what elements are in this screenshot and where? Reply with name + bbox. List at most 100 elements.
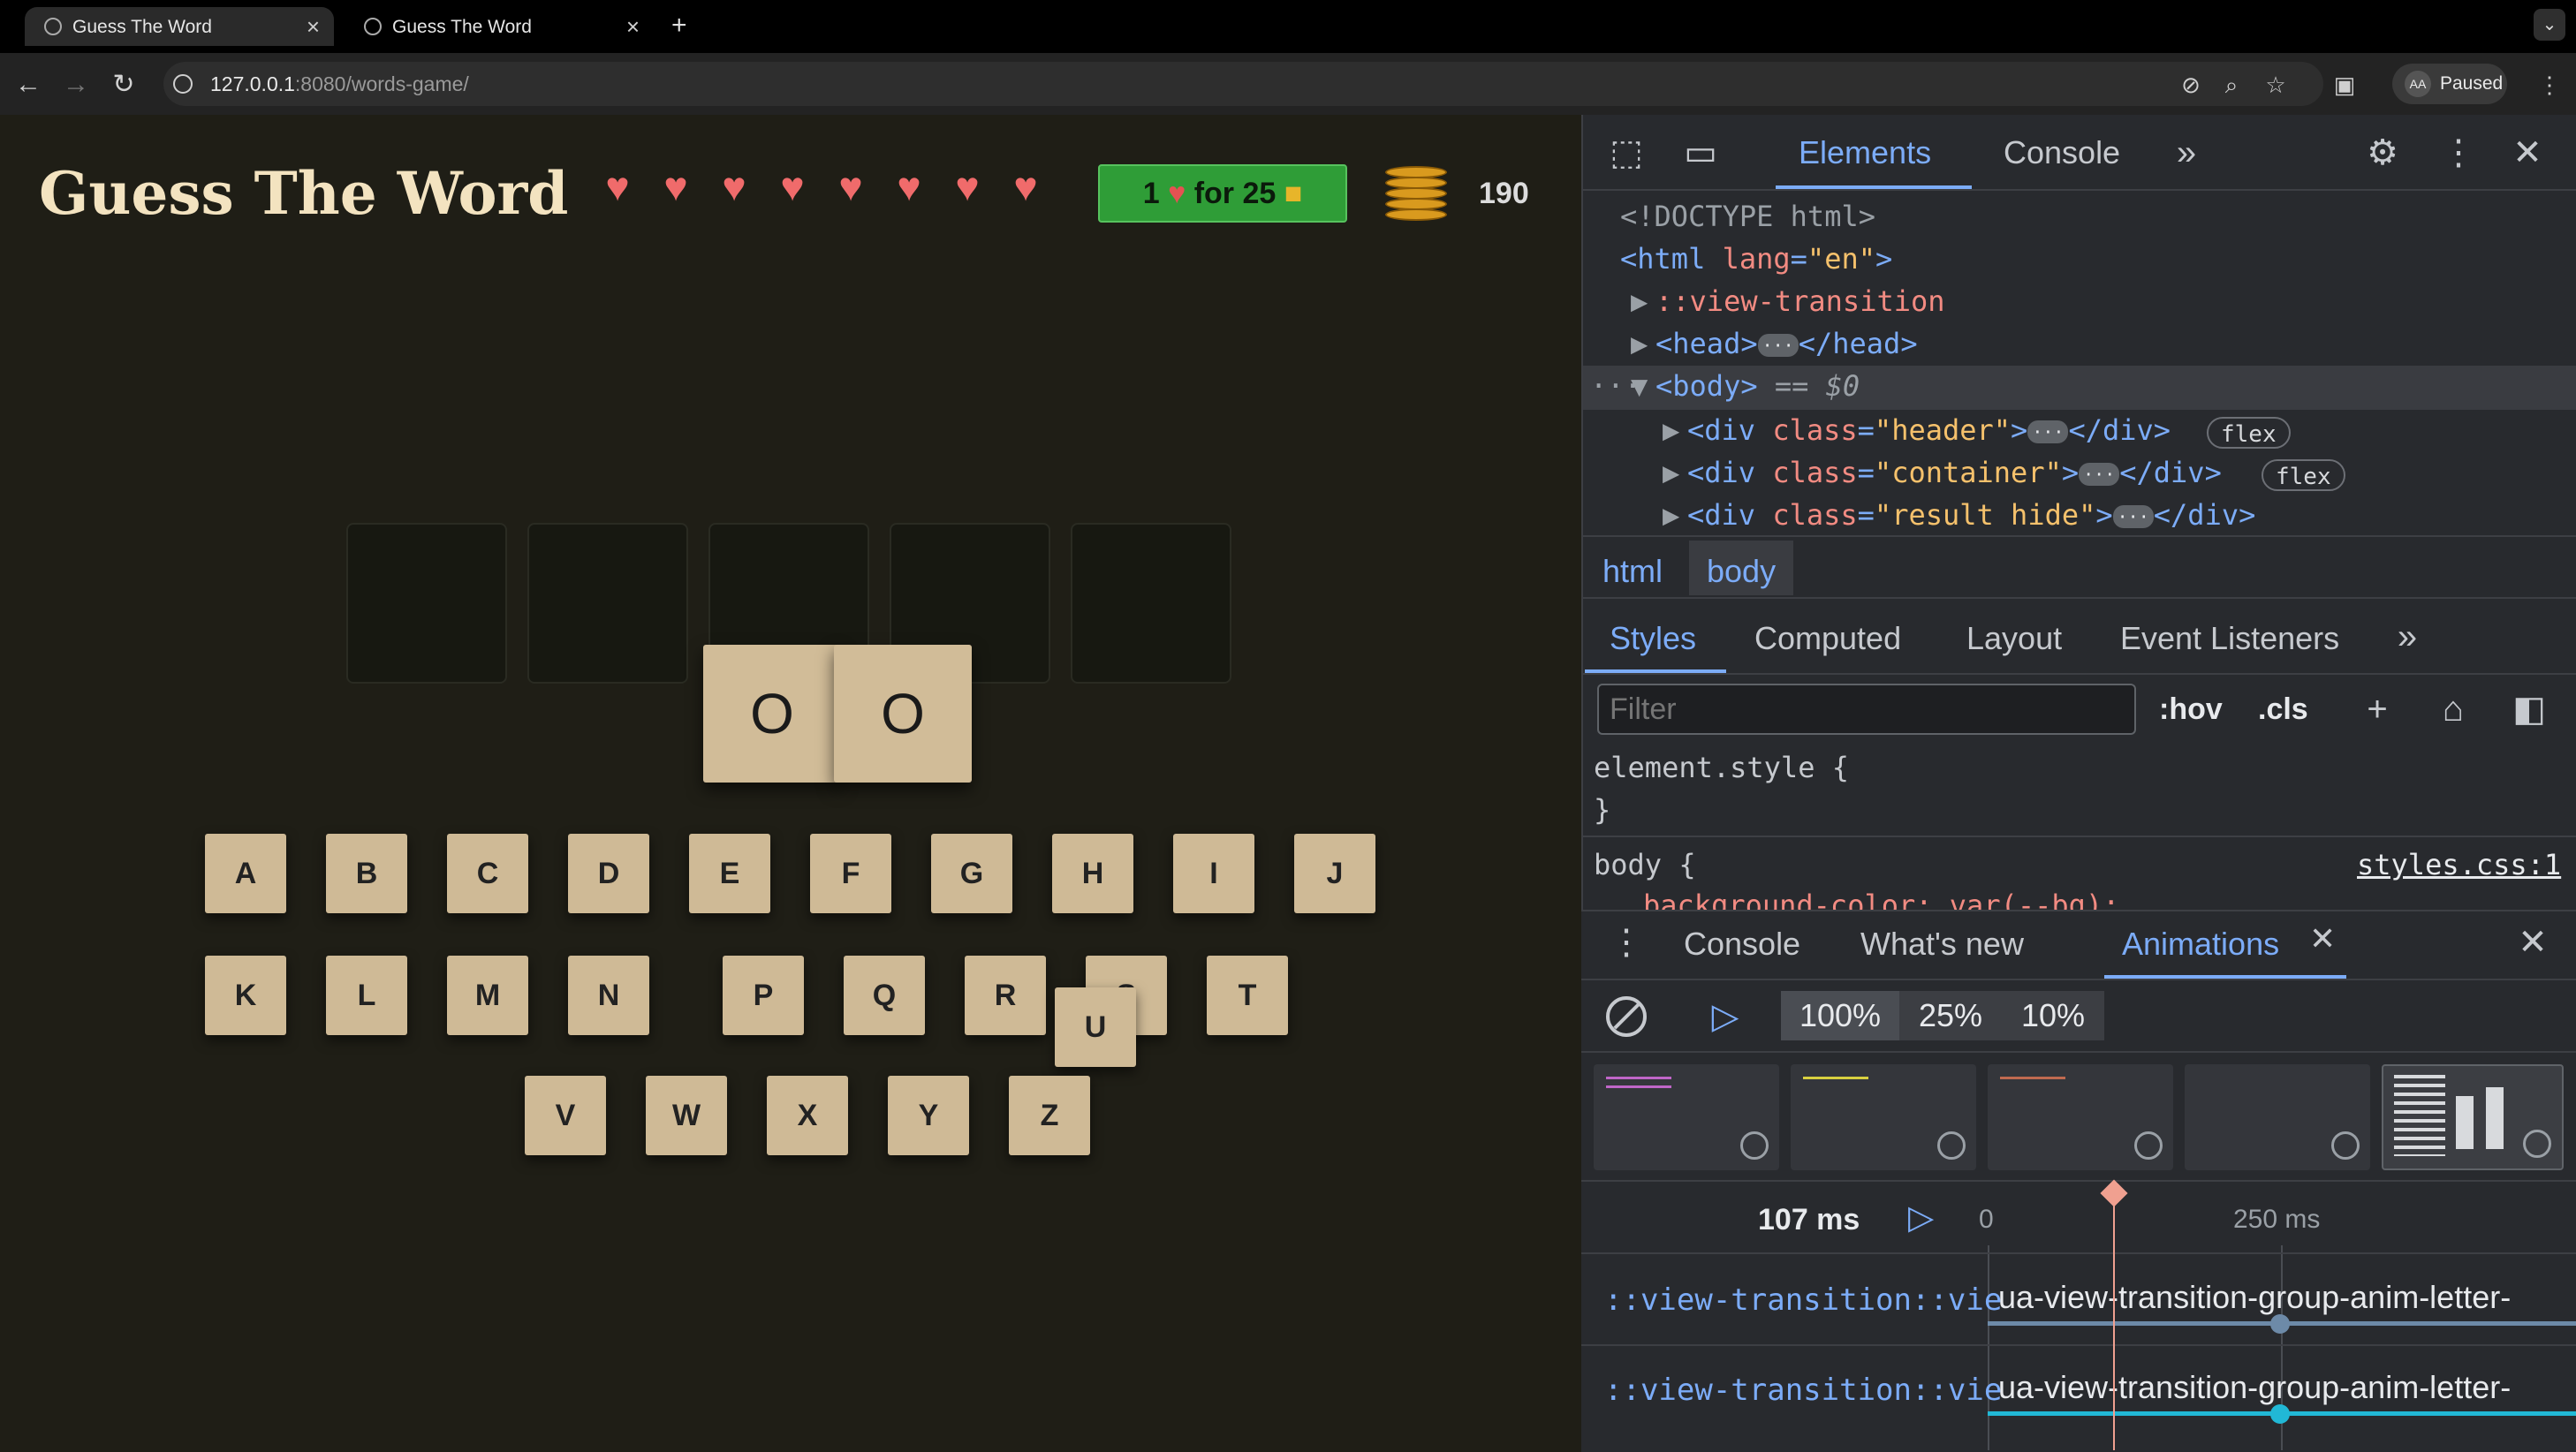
close-drawer-icon[interactable]: ✕ [2511,920,2555,964]
key-q[interactable]: Q [844,956,925,1035]
toggle-sidebar-icon[interactable]: ◧ [2507,687,2551,731]
key-h[interactable]: H [1052,834,1133,913]
pause-resume-icon[interactable]: ▷ [1703,994,1747,1039]
reload-icon[interactable]: ↻ [106,67,141,102]
gear-icon[interactable]: ⚙ [2360,131,2405,175]
keyframe-handle[interactable] [2270,1404,2290,1424]
key-a[interactable]: A [205,834,286,913]
key-g[interactable]: G [931,834,1012,913]
key-x[interactable]: X [767,1076,848,1155]
tab-event-listeners[interactable]: Event Listeners [2120,620,2339,657]
dom-html[interactable]: <html lang="en"> [1620,242,1892,276]
key-f[interactable]: F [810,834,891,913]
speed-100[interactable]: 100% [1781,991,1899,1040]
dom-head[interactable]: <head> ··· </head> [1655,327,1918,360]
speed-25[interactable]: 25% [1899,991,2002,1040]
body-style-rule[interactable]: body { [1594,848,1696,881]
zoom-icon[interactable]: ⌕ [2216,69,2247,101]
more-tabs-icon[interactable]: » [2385,615,2429,659]
tab-elements[interactable]: Elements [1799,134,1931,171]
key-j[interactable]: J [1294,834,1375,913]
new-style-rule-icon[interactable]: + [2355,687,2399,731]
stylesheet-link[interactable]: styles.css:1 [2357,848,2561,881]
new-tab-button[interactable]: + [671,11,687,41]
expand-triangle-icon[interactable]: ▶ [1631,284,1648,318]
keyframe-handle[interactable] [2270,1314,2290,1334]
profile-button[interactable]: AA Paused [2392,64,2507,104]
dom-div-header[interactable]: <div class="header"> ··· </div> [1687,413,2171,447]
drawer-tab-animations[interactable]: Animations [2122,926,2279,963]
styles-filter-input[interactable] [1597,684,2136,735]
tab-styles[interactable]: Styles [1610,620,1696,657]
browser-tab-2[interactable]: Guess The Word × [345,7,654,46]
key-w[interactable]: W [646,1076,727,1155]
close-animations-tab-icon[interactable]: ✕ [2309,920,2336,957]
tab-console[interactable]: Console [2004,134,2120,171]
tab-computed[interactable]: Computed [1754,620,1901,657]
site-info-icon[interactable] [173,74,193,94]
dom-view-transition[interactable]: ::view-transition [1655,284,1945,318]
paint-brush-icon[interactable]: ⌂ [2431,687,2475,731]
animation-row-name[interactable]: ua-view-transition-group-anim-letter- [1998,1279,2576,1316]
breadcrumb-html[interactable]: html [1602,553,1663,590]
key-r[interactable]: R [965,956,1046,1035]
dom-div-container[interactable]: <div class="container"> ··· </div> [1687,456,2222,489]
address-bar[interactable] [163,62,2323,106]
expand-triangle-icon[interactable]: ▶ [1663,498,1679,532]
key-c[interactable]: C [447,834,528,913]
collapse-triangle-icon[interactable]: ▼ [1631,369,1648,403]
speed-10[interactable]: 10% [2002,991,2104,1040]
close-tab-icon[interactable]: × [307,13,320,41]
dom-div-result[interactable]: <div class="result hide"> ··· </div> [1687,498,2255,532]
animation-row-selector[interactable]: ::view-transition::vie [1604,1373,2037,1408]
animation-row-name[interactable]: ua-view-transition-group-anim-letter- [1998,1369,2576,1406]
cls-button[interactable]: .cls [2258,692,2308,727]
element-style-rule[interactable]: element.style { [1594,751,1849,784]
key-l[interactable]: L [326,956,407,1035]
key-e[interactable]: E [689,834,770,913]
expand-triangle-icon[interactable]: ▶ [1663,413,1679,447]
dom-body[interactable]: <body> == $0 [1655,369,1860,403]
close-tab-icon[interactable]: × [626,13,640,41]
more-options-icon[interactable]: ⋮ [2436,131,2481,175]
back-icon[interactable]: ← [11,67,46,102]
dom-doctype[interactable]: <!DOCTYPE html> [1620,200,1875,233]
key-z[interactable]: Z [1009,1076,1090,1155]
animation-group-preview[interactable] [1988,1064,2173,1170]
flex-badge[interactable]: flex [2262,459,2345,491]
forward-icon[interactable]: → [58,67,94,102]
hov-button[interactable]: :hov [2159,692,2223,727]
inspect-element-icon[interactable]: ⬚ [1604,131,1648,175]
animation-group-preview[interactable] [1791,1064,1976,1170]
more-tabs-icon[interactable]: » [2164,131,2209,175]
breadcrumb-body[interactable]: body [1707,553,1776,590]
expand-triangle-icon[interactable]: ▶ [1631,327,1648,360]
close-devtools-icon[interactable]: ✕ [2505,131,2549,175]
tab-layout[interactable]: Layout [1966,620,2062,657]
flex-badge[interactable]: flex [2207,417,2291,449]
key-y[interactable]: Y [888,1076,969,1155]
drawer-menu-icon[interactable]: ⋮ [1604,920,1648,964]
key-u-animating[interactable]: U [1055,987,1136,1067]
key-d[interactable]: D [568,834,649,913]
animation-row-selector[interactable]: ::view-transition::vie [1604,1282,2037,1318]
key-i[interactable]: I [1173,834,1254,913]
browser-menu-icon[interactable]: ⋮ [2534,69,2565,101]
key-k[interactable]: K [205,956,286,1035]
animation-group-preview-selected[interactable] [2382,1064,2564,1170]
key-p[interactable]: P [723,956,804,1035]
timeline-scrubber[interactable] [2113,1196,2115,1450]
bookmark-star-icon[interactable]: ☆ [2260,69,2292,101]
drawer-tab-whats-new[interactable]: What's new [1860,926,2024,963]
key-b[interactable]: B [326,834,407,913]
tab-search-icon[interactable]: ⌄ [2534,9,2565,41]
play-timeline-icon[interactable]: ▷ [1908,1198,1934,1237]
key-v[interactable]: V [525,1076,606,1155]
eye-off-icon[interactable]: ⊘ [2175,69,2207,101]
animation-group-preview[interactable] [1594,1064,1779,1170]
key-t[interactable]: T [1207,956,1288,1035]
key-m[interactable]: M [447,956,528,1035]
animation-group-preview[interactable] [2185,1064,2370,1170]
device-toolbar-icon[interactable]: ▭ [1678,131,1723,175]
extensions-icon[interactable]: ▣ [2329,69,2360,101]
